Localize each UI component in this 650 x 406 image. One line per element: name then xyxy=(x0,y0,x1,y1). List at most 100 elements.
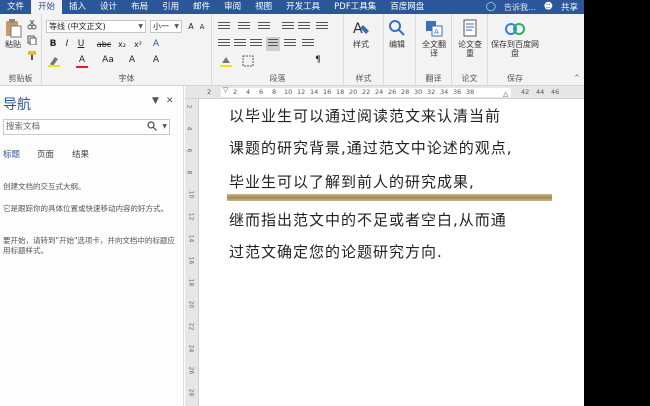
decorative-separator xyxy=(227,194,552,201)
decrease-indent-icon[interactable] xyxy=(282,22,294,32)
clear-format-icon[interactable]: A xyxy=(126,54,138,67)
word-window: 文件 开始 插入 设计 布局 引用 邮件 审阅 视图 开发工具 PDF工具集 百… xyxy=(0,0,584,406)
align-center-icon[interactable] xyxy=(234,39,246,49)
baidu-cloud-icon xyxy=(504,18,526,38)
chevron-down-icon: ▼ xyxy=(174,23,179,30)
paragraph-line[interactable]: 课题的研究背景,通过范文中论述的观点, xyxy=(229,137,513,158)
increase-indent-icon[interactable] xyxy=(298,22,310,32)
underline-button[interactable]: U xyxy=(76,38,86,51)
tab-view[interactable]: 视图 xyxy=(248,0,279,14)
shading-icon[interactable] xyxy=(220,55,232,67)
superscript-button[interactable]: x² xyxy=(132,38,144,51)
show-marks-icon[interactable]: ¶ xyxy=(312,54,324,67)
font-size-select[interactable]: 小一 ▼ xyxy=(150,20,182,33)
tab-headings[interactable]: 标题 xyxy=(3,148,20,160)
user-icon: ☻ xyxy=(543,2,553,12)
translate-group: A 全文翻译 翻译 xyxy=(416,14,452,86)
subscript-button[interactable]: x₂ xyxy=(116,38,128,51)
vertical-ruler[interactable]: 2 4 6 8 10 12 14 16 18 20 22 24 26 28 xyxy=(185,99,199,406)
align-left-icon[interactable] xyxy=(218,39,230,49)
cut-icon[interactable] xyxy=(27,19,39,30)
bullets-icon[interactable] xyxy=(218,22,230,32)
clipboard-group: 粘贴 剪贴板 xyxy=(0,14,42,86)
menu-bar: 文件 开始 插入 设计 布局 引用 邮件 审阅 视图 开发工具 PDF工具集 百… xyxy=(0,0,584,14)
change-case-icon[interactable]: Aa xyxy=(102,54,114,67)
text-effects-icon[interactable]: A xyxy=(150,38,162,51)
editing-group: 编辑 xyxy=(384,14,416,86)
save-group: 保存到百度网盘 保存 xyxy=(488,14,542,86)
paragraph-group: ¶ 段落 xyxy=(212,14,344,86)
borders-icon[interactable] xyxy=(242,55,254,67)
paper-group: 论文查重 论文 xyxy=(452,14,488,86)
chevron-down-icon[interactable]: ▼ xyxy=(162,120,167,134)
share-button[interactable]: 共享 xyxy=(561,1,578,13)
collapse-ribbon-icon[interactable]: ^ xyxy=(574,74,580,82)
black-margin xyxy=(584,0,650,406)
document-page[interactable]: 以毕业生可以通过阅读范文来认清当前 课题的研究背景,通过范文中论述的观点, 毕业… xyxy=(199,99,584,406)
search-input[interactable]: 搜索文档 ▼ xyxy=(3,119,170,135)
nav-options-icon[interactable]: ▼ xyxy=(152,96,159,106)
editing-button[interactable]: 编辑 xyxy=(386,18,408,49)
indent-marker[interactable]: ▽ xyxy=(223,86,228,94)
close-icon[interactable]: ✕ xyxy=(166,96,174,106)
line-spacing-icon[interactable] xyxy=(302,39,314,49)
paragraph-line[interactable]: 毕业生可以了解到前人的研究成果, xyxy=(229,171,475,192)
styles-button[interactable]: A 样式 xyxy=(350,18,372,49)
copy-icon[interactable] xyxy=(27,35,39,46)
nav-help-text: 创建文档的交互式大纲。 xyxy=(3,182,86,191)
grow-font-button[interactable]: A xyxy=(186,20,196,33)
justify-icon[interactable] xyxy=(266,37,280,51)
lightbulb-icon: ◯ xyxy=(485,2,496,12)
right-indent-marker[interactable]: △ xyxy=(503,90,508,98)
tab-references[interactable]: 引用 xyxy=(155,0,186,14)
italic-button[interactable]: I xyxy=(62,38,72,51)
strikethrough-button[interactable]: abc xyxy=(96,38,112,51)
tab-pdf-tools[interactable]: PDF工具集 xyxy=(327,0,383,14)
horizontal-ruler[interactable]: 2 2 4 6 8 10 12 14 16 18 20 22 24 26 28 … xyxy=(185,86,584,99)
font-name-select[interactable]: 等线 (中文正文) ▼ xyxy=(46,20,146,33)
tab-home[interactable]: 开始 xyxy=(31,0,63,14)
chinese-layout-icon[interactable] xyxy=(316,22,328,32)
numbering-icon[interactable] xyxy=(238,22,250,32)
shrink-font-button[interactable]: A xyxy=(197,21,207,34)
tab-results[interactable]: 结果 xyxy=(72,148,89,160)
document-check-icon xyxy=(459,18,481,38)
paste-button[interactable]: 粘贴 xyxy=(2,18,24,49)
tab-design[interactable]: 设计 xyxy=(93,0,124,14)
styles-icon: A xyxy=(350,18,372,38)
tab-pages[interactable]: 页面 xyxy=(37,148,54,160)
distributed-icon[interactable] xyxy=(284,39,296,49)
paragraph-line[interactable]: 继而指出范文中的不足或者空白,从而通 xyxy=(229,209,507,230)
align-right-icon[interactable] xyxy=(250,39,262,49)
full-translate-button[interactable]: A 全文翻译 xyxy=(420,18,448,58)
find-icon xyxy=(386,18,408,38)
tab-developer[interactable]: 开发工具 xyxy=(279,0,327,14)
chevron-down-icon: ▼ xyxy=(138,23,143,30)
nav-help-text: 要开始，请转到"开始"选项卡，并向文档中的标题应用标题样式。 xyxy=(3,236,175,255)
search-icon[interactable] xyxy=(147,121,157,131)
navigation-pane: 导航 ▼ ✕ 搜索文档 ▼ 标题 页面 结果 创建文档的交互式大纲。 它是跟踪你… xyxy=(0,86,184,406)
paragraph-line[interactable]: 以毕业生可以通过阅读范文来认清当前 xyxy=(229,105,501,126)
paste-icon xyxy=(2,18,24,38)
font-color-swatch xyxy=(76,66,88,68)
tab-file[interactable]: 文件 xyxy=(0,0,31,14)
tab-baidu-pan[interactable]: 百度网盘 xyxy=(383,0,431,14)
char-border-icon[interactable]: A xyxy=(150,54,162,67)
paper-check-button[interactable]: 论文查重 xyxy=(456,18,484,58)
format-painter-icon[interactable] xyxy=(27,50,39,60)
tab-layout[interactable]: 布局 xyxy=(124,0,155,14)
tab-review[interactable]: 审阅 xyxy=(217,0,248,14)
paragraph-line[interactable]: 过范文确定您的论题研究方向. xyxy=(229,241,443,262)
highlight-icon[interactable] xyxy=(48,55,60,68)
styles-group: A 样式 样式 xyxy=(344,14,384,86)
nav-title: 导航 xyxy=(3,97,31,113)
svg-text:A: A xyxy=(434,28,439,36)
save-to-baidu-button[interactable]: 保存到百度网盘 xyxy=(490,18,540,58)
multilevel-list-icon[interactable] xyxy=(258,22,270,32)
bold-button[interactable]: B xyxy=(48,38,58,51)
tell-me-box[interactable]: 告诉我... xyxy=(504,2,536,13)
translate-icon: A xyxy=(423,18,445,38)
tab-mailings[interactable]: 邮件 xyxy=(186,0,217,14)
tab-insert[interactable]: 插入 xyxy=(62,0,93,14)
nav-help-text: 它是跟踪你的具体位置或快速移动内容的好方式。 xyxy=(3,204,168,213)
